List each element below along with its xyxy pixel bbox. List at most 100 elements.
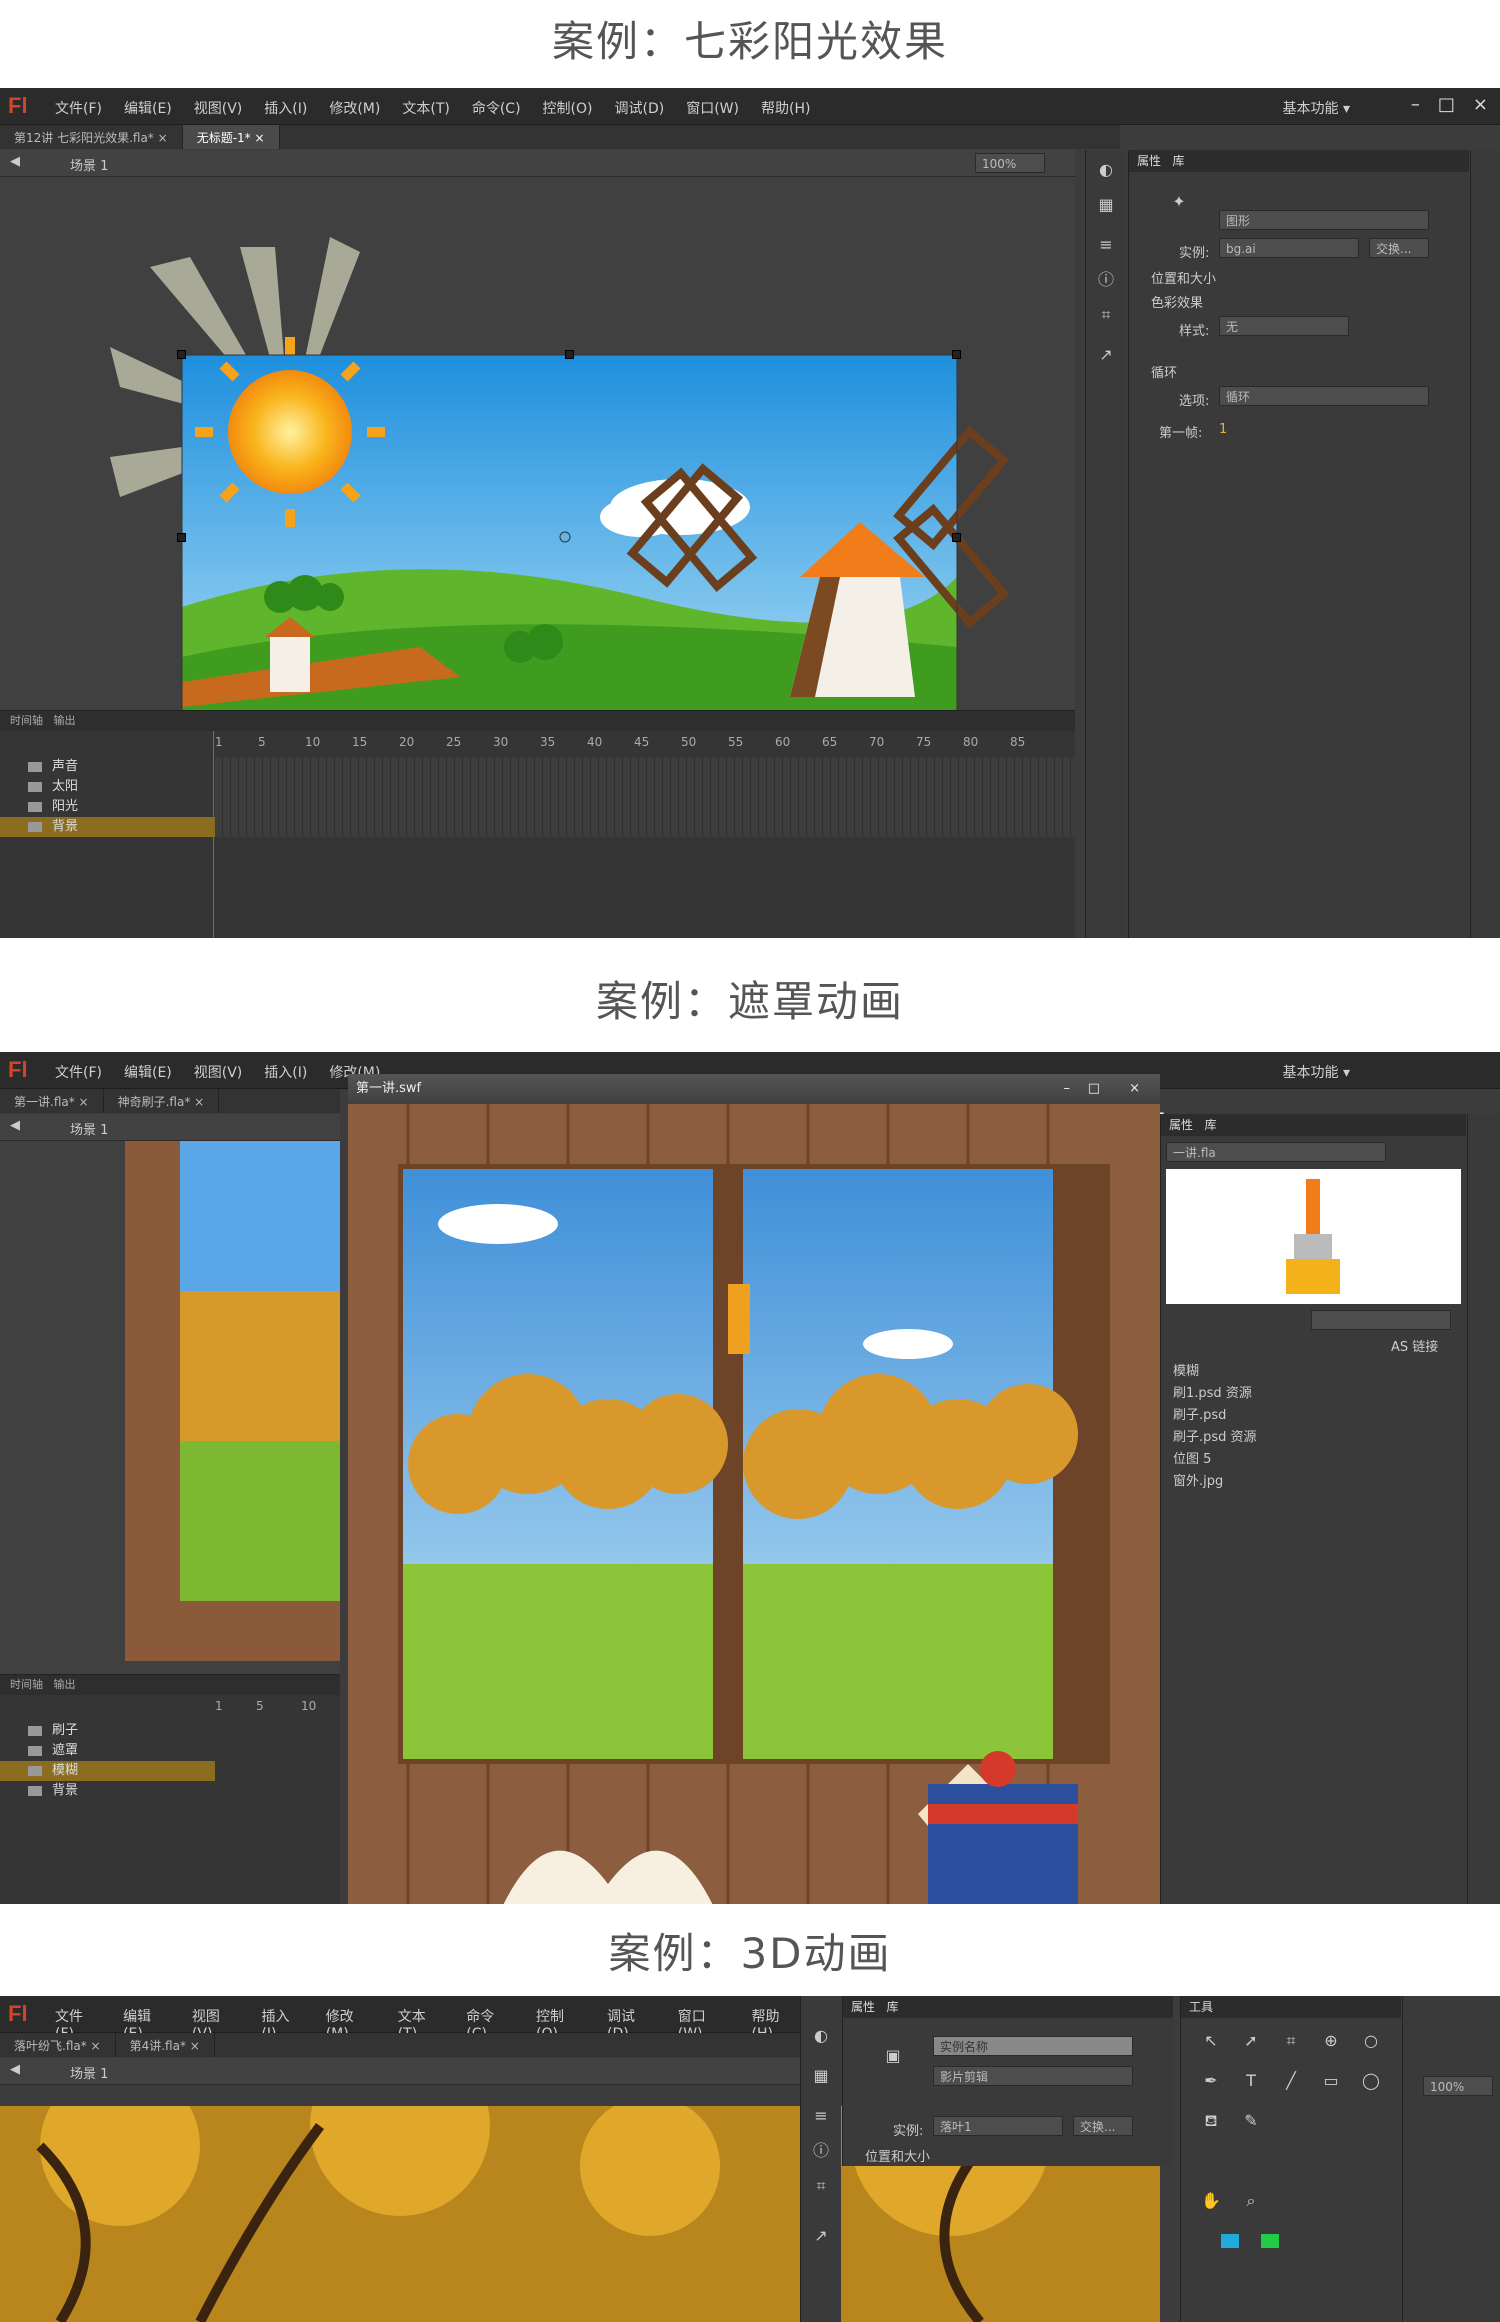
lasso-icon[interactable]: ○ bbox=[1361, 2031, 1381, 2051]
tab-doc-2[interactable]: 神奇刷子.fla* × bbox=[104, 1089, 220, 1113]
transform-icon[interactable]: ⌗ bbox=[1096, 305, 1116, 325]
free-transform-icon[interactable]: ⌗ bbox=[1281, 2031, 1301, 2051]
paint-bucket-icon[interactable]: ⛾ bbox=[1201, 2111, 1221, 2131]
layer-row[interactable]: 背景 bbox=[0, 1781, 215, 1801]
first-frame-value[interactable]: 1 bbox=[1219, 422, 1227, 437]
subselection-tool-icon[interactable]: ➚ bbox=[1241, 2031, 1261, 2051]
menu-help[interactable]: 帮助(H) bbox=[761, 98, 810, 118]
section-loop[interactable]: 循环 bbox=[1151, 362, 1177, 381]
align-icon[interactable]: ≡ bbox=[811, 2106, 831, 2126]
workspace-switcher[interactable]: 基本功能 ▾ bbox=[1283, 98, 1350, 118]
layer-row[interactable]: 声音 bbox=[0, 757, 215, 777]
playhead[interactable] bbox=[213, 731, 214, 938]
frame-track[interactable] bbox=[215, 817, 1075, 837]
tab-timeline[interactable]: 时间轴 bbox=[10, 1678, 43, 1691]
library-item[interactable]: 模糊 bbox=[1173, 1360, 1199, 1379]
tab-library[interactable]: 库 bbox=[1204, 1118, 1216, 1132]
frame-track[interactable] bbox=[215, 777, 1075, 797]
align-icon[interactable]: ≡ bbox=[1096, 235, 1116, 255]
instance-name-input[interactable]: 实例名称 bbox=[933, 2036, 1133, 2056]
library-item[interactable]: 刷1.psd 资源 bbox=[1173, 1382, 1252, 1401]
tab-properties[interactable]: 属性 bbox=[1137, 154, 1161, 168]
line-tool-icon[interactable]: ╱ bbox=[1281, 2071, 1301, 2091]
zoom-field[interactable]: 100% bbox=[1423, 2076, 1493, 2096]
tab-doc-1[interactable]: 落叶纷飞.fla* × bbox=[0, 2033, 116, 2057]
tab-timeline[interactable]: 时间轴 bbox=[10, 714, 43, 727]
color-icon[interactable]: ◐ bbox=[1096, 160, 1116, 180]
layer-row[interactable]: 太阳 bbox=[0, 777, 215, 797]
tab-properties[interactable]: 属性 bbox=[1169, 1118, 1193, 1132]
menu-edit[interactable]: 编辑(E) bbox=[124, 98, 172, 118]
menu-text[interactable]: 文本(T) bbox=[402, 98, 449, 118]
3d-rotation-icon[interactable]: ⊕ bbox=[1321, 2031, 1341, 2051]
menu-control[interactable]: 控制(O) bbox=[543, 98, 593, 118]
tab-output[interactable]: 输出 bbox=[54, 714, 76, 727]
workspace-switcher[interactable]: 基本功能 ▾ bbox=[1283, 1062, 1350, 1082]
swatches-icon[interactable]: ▦ bbox=[811, 2066, 831, 2086]
section-position-size[interactable]: 位置和大小 bbox=[1151, 268, 1216, 287]
zoom-field[interactable]: 100% bbox=[975, 153, 1045, 173]
menu-window[interactable]: 窗口(W) bbox=[686, 98, 739, 118]
symbol-type-select[interactable]: 图形 bbox=[1219, 210, 1429, 230]
maximize-icon[interactable]: □ bbox=[1088, 1074, 1100, 1104]
swap-button[interactable]: 交换... bbox=[1073, 2116, 1133, 2136]
minimize-icon[interactable]: – bbox=[1064, 1074, 1071, 1104]
frame-track[interactable] bbox=[215, 757, 1075, 777]
stage[interactable] bbox=[0, 1141, 340, 1711]
motion-icon[interactable]: ↗ bbox=[811, 2226, 831, 2246]
transform-icon[interactable]: ⌗ bbox=[811, 2176, 831, 2196]
menu-view[interactable]: 视图(V) bbox=[194, 1062, 243, 1082]
library-item[interactable]: 刷子.psd bbox=[1173, 1404, 1226, 1423]
loop-option-select[interactable]: 循环 bbox=[1219, 386, 1429, 406]
library-item[interactable]: 位图 5 bbox=[1173, 1448, 1211, 1467]
instance-field[interactable]: bg.ai bbox=[1219, 238, 1359, 258]
layer-row-selected[interactable]: 背景 bbox=[0, 817, 215, 837]
close-icon[interactable]: × bbox=[1473, 94, 1488, 115]
oval-tool-icon[interactable]: ◯ bbox=[1361, 2071, 1381, 2091]
transform-handle[interactable] bbox=[177, 533, 186, 542]
style-select[interactable]: 无 bbox=[1219, 316, 1349, 336]
minimize-icon[interactable]: – bbox=[1411, 94, 1420, 115]
info-icon[interactable]: ⓘ bbox=[1096, 270, 1116, 290]
selection-tool-icon[interactable]: ↖ bbox=[1201, 2031, 1221, 2051]
section-color-effect[interactable]: 色彩效果 bbox=[1151, 292, 1203, 311]
tab-doc-1[interactable]: 第一讲.fla* × bbox=[0, 1089, 104, 1113]
pen-icon[interactable]: ✒ bbox=[1201, 2071, 1221, 2091]
layer-row[interactable]: 阳光 bbox=[0, 797, 215, 817]
hand-tool-icon[interactable]: ✋ bbox=[1201, 2191, 1221, 2211]
transform-handle[interactable] bbox=[952, 350, 961, 359]
menu-edit[interactable]: 编辑(E) bbox=[124, 1062, 172, 1082]
transform-handle[interactable] bbox=[565, 350, 574, 359]
stage[interactable] bbox=[0, 177, 1075, 777]
layer-row-selected[interactable]: 模糊 bbox=[0, 1761, 215, 1781]
symbol-type-select[interactable]: 影片剪辑 bbox=[933, 2066, 1133, 2086]
rectangle-tool-icon[interactable]: ▭ bbox=[1321, 2071, 1341, 2091]
eyedropper-icon[interactable]: ✎ bbox=[1241, 2111, 1261, 2131]
back-arrow-icon[interactable]: ◀ bbox=[10, 154, 20, 169]
tab-properties[interactable]: 属性 bbox=[851, 2000, 875, 2014]
tab-doc-1[interactable]: 第12讲 七彩阳光效果.fla* × bbox=[0, 125, 183, 149]
text-tool-icon[interactable]: T bbox=[1241, 2071, 1261, 2091]
close-icon[interactable]: × bbox=[1129, 1074, 1140, 1104]
tab-output[interactable]: 输出 bbox=[54, 1678, 76, 1691]
transform-handle[interactable] bbox=[952, 533, 961, 542]
info-icon[interactable]: ⓘ bbox=[811, 2141, 831, 2161]
swap-button[interactable]: 交换... bbox=[1369, 238, 1429, 258]
library-item[interactable]: 刷子.psd 资源 bbox=[1173, 1426, 1257, 1445]
tab-doc-2[interactable]: 无标题-1* × bbox=[182, 125, 280, 149]
menu-file[interactable]: 文件(F) bbox=[55, 1062, 102, 1082]
transform-handle[interactable] bbox=[177, 350, 186, 359]
stroke-color-swatch[interactable] bbox=[1261, 2234, 1279, 2248]
fill-color-swatch[interactable] bbox=[1221, 2234, 1239, 2248]
tab-library[interactable]: 库 bbox=[1172, 154, 1184, 168]
zoom-tool-icon[interactable]: ⌕ bbox=[1241, 2191, 1261, 2211]
menu-modify[interactable]: 修改(M) bbox=[329, 98, 380, 118]
library-search-input[interactable] bbox=[1311, 1310, 1451, 1330]
swf-preview-window[interactable]: 第一讲.swf – □ × 关闭 bbox=[348, 1074, 1164, 1904]
frame-track[interactable] bbox=[215, 797, 1075, 817]
swatches-icon[interactable]: ▦ bbox=[1096, 195, 1116, 215]
maximize-icon[interactable]: □ bbox=[1438, 94, 1455, 115]
menu-file[interactable]: 文件(F) bbox=[55, 98, 102, 118]
color-icon[interactable]: ◐ bbox=[811, 2026, 831, 2046]
motion-icon[interactable]: ↗ bbox=[1096, 345, 1116, 365]
